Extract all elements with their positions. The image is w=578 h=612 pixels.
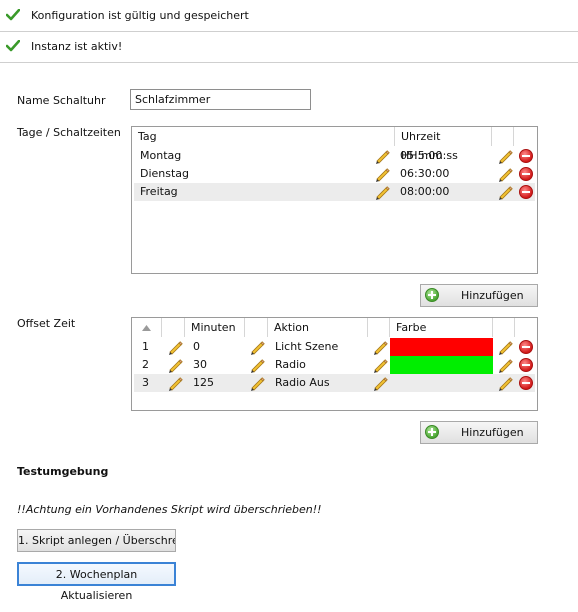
col-header-time[interactable]: Uhrzeit HH:mm:ss <box>395 127 492 162</box>
action-cell: Licht Szene <box>275 340 339 353</box>
day-cell: Dienstag <box>140 167 190 180</box>
pencil-icon[interactable] <box>249 339 265 355</box>
offset-label: Offset Zeit <box>17 317 76 330</box>
table-row[interactable]: 3 125 Radio Aus <box>134 374 535 392</box>
status-instance: Instanz ist aktiv! <box>0 31 578 63</box>
pencil-icon[interactable] <box>372 339 388 355</box>
status-config-text: Konfiguration ist gültig und gespeichert <box>31 9 249 22</box>
delete-icon[interactable] <box>519 376 533 390</box>
color-swatch <box>390 374 493 392</box>
col-header-action[interactable]: Aktion <box>268 318 368 337</box>
col-header-color[interactable]: Farbe <box>390 318 493 337</box>
delete-icon[interactable] <box>519 358 533 372</box>
pencil-icon[interactable] <box>167 357 183 373</box>
action-cell: Radio Aus <box>275 376 330 389</box>
delete-icon[interactable] <box>519 185 533 199</box>
color-swatch <box>390 338 493 356</box>
pencil-icon[interactable] <box>374 166 390 182</box>
color-swatch <box>390 356 493 374</box>
offset-table: Minuten Aktion Farbe 1 0 Licht Szene 2 3… <box>131 317 538 411</box>
day-cell: Montag <box>140 149 182 162</box>
pencil-icon[interactable] <box>497 148 513 164</box>
test-warning: !!Achtung ein Vorhandenes Skript wird üb… <box>17 503 322 516</box>
index-cell: 1 <box>142 340 149 353</box>
day-cell: Freitag <box>140 185 178 198</box>
table-row[interactable]: 2 30 Radio <box>134 356 535 374</box>
pencil-icon[interactable] <box>374 148 390 164</box>
delete-icon[interactable] <box>519 340 533 354</box>
pencil-icon[interactable] <box>497 375 513 391</box>
sort-arrow-icon <box>142 325 151 331</box>
delete-icon[interactable] <box>519 149 533 163</box>
pencil-icon[interactable] <box>167 375 183 391</box>
minutes-cell: 125 <box>193 376 214 389</box>
table-row[interactable]: Montag 05:5:00 <box>134 147 535 165</box>
col-header-minutes[interactable]: Minuten <box>185 318 245 337</box>
pencil-icon[interactable] <box>249 375 265 391</box>
check-icon <box>6 40 20 52</box>
table-row[interactable]: 1 0 Licht Szene <box>134 338 535 356</box>
check-icon <box>6 9 20 21</box>
pencil-icon[interactable] <box>497 184 513 200</box>
col-header-blank <box>245 318 268 337</box>
pencil-icon[interactable] <box>497 166 513 182</box>
pencil-icon[interactable] <box>167 339 183 355</box>
pencil-icon[interactable] <box>497 357 513 373</box>
status-config: Konfiguration ist gültig und gespeichert <box>0 0 578 32</box>
update-weekplan-button[interactable]: 2. Wochenplan Aktualisieren <box>17 562 176 602</box>
time-cell: 06:30:00 <box>400 167 450 180</box>
pencil-icon[interactable] <box>374 184 390 200</box>
time-cell: 05:5:00 <box>400 149 443 162</box>
days-label: Tage / Schaltzeiten <box>17 126 121 139</box>
pencil-icon[interactable] <box>497 339 513 355</box>
test-heading: Testumgebung <box>17 465 109 478</box>
table-row[interactable]: Freitag 08:00:00 <box>134 183 535 201</box>
action-cell: Radio <box>275 358 306 371</box>
minutes-cell: 30 <box>193 358 207 371</box>
index-cell: 2 <box>142 358 149 371</box>
index-cell: 3 <box>142 376 149 389</box>
name-input[interactable]: Schlafzimmer <box>130 89 311 110</box>
status-instance-text: Instanz ist aktiv! <box>31 40 123 53</box>
col-header-blank <box>493 318 515 337</box>
col-header-blank <box>492 127 514 146</box>
offset-add-button[interactable]: Hinzufügen <box>420 421 538 444</box>
add-icon <box>425 425 439 439</box>
table-row[interactable]: Dienstag 06:30:00 <box>134 165 535 183</box>
minutes-cell: 0 <box>193 340 200 353</box>
col-header-index[interactable] <box>132 318 162 337</box>
pencil-icon[interactable] <box>372 375 388 391</box>
pencil-icon[interactable] <box>372 357 388 373</box>
pencil-icon[interactable] <box>249 357 265 373</box>
add-button-label: Hinzufügen <box>461 289 524 302</box>
create-script-button[interactable]: 1. Skript anlegen / Überschreiben <box>17 529 176 552</box>
time-cell: 08:00:00 <box>400 185 450 198</box>
schedule-table: Tag Uhrzeit HH:mm:ss Montag 05:5:00 Dien… <box>131 126 538 274</box>
add-icon <box>425 288 439 302</box>
schedule-add-button[interactable]: Hinzufügen <box>420 284 538 307</box>
col-header-blank <box>368 318 390 337</box>
col-header-blank <box>162 318 185 337</box>
add-button-label: Hinzufügen <box>461 426 524 439</box>
delete-icon[interactable] <box>519 167 533 181</box>
name-label: Name Schaltuhr <box>17 94 106 107</box>
col-header-day[interactable]: Tag <box>132 127 395 146</box>
